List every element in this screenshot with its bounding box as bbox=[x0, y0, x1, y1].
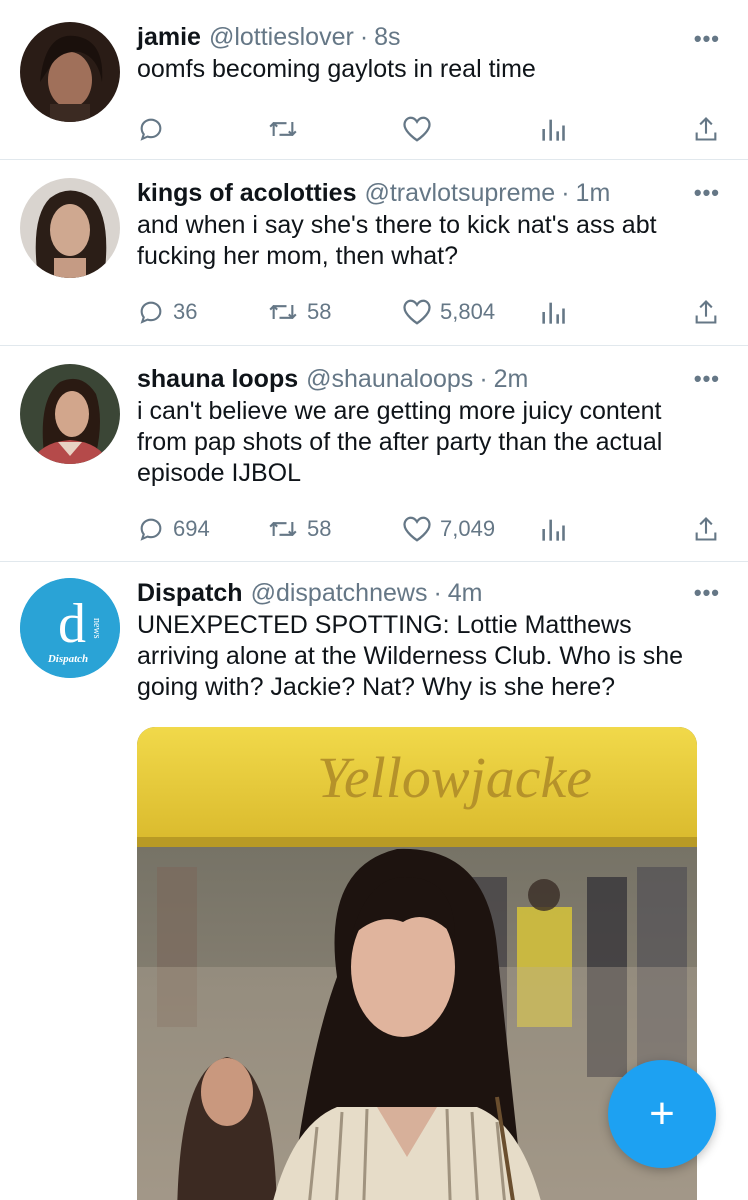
reply-count: 36 bbox=[173, 299, 198, 324]
like-button[interactable] bbox=[402, 115, 540, 143]
user-handle[interactable]: @shaunaloops bbox=[306, 364, 473, 394]
share-button[interactable] bbox=[692, 115, 720, 143]
share-icon bbox=[692, 298, 720, 326]
like-button[interactable]: 7,049 bbox=[402, 515, 540, 543]
separator-dot: · bbox=[359, 23, 369, 51]
plus-icon: + bbox=[649, 1089, 675, 1138]
share-icon bbox=[692, 515, 720, 543]
reply-icon bbox=[137, 298, 165, 326]
more-options-icon[interactable]: ••• bbox=[694, 26, 720, 52]
reply-button[interactable]: 694 bbox=[137, 515, 267, 543]
heart-icon bbox=[402, 298, 432, 326]
tweet-header: jamie @lottieslover · 8s bbox=[137, 22, 722, 52]
like-count: 7,049 bbox=[440, 516, 496, 541]
tweet-text: i can't believe we are getting more juic… bbox=[137, 397, 663, 487]
retweet-button[interactable]: 58 bbox=[267, 298, 402, 326]
compose-tweet-button[interactable]: + bbox=[608, 1060, 716, 1168]
more-options-icon[interactable]: ••• bbox=[694, 180, 720, 206]
tweet-header: shauna loops @shaunaloops · 2m bbox=[137, 364, 722, 394]
user-handle[interactable]: @travlotsupreme bbox=[364, 178, 555, 208]
tweet[interactable]: kings of acolotties @travlotsupreme · 1m… bbox=[0, 160, 748, 346]
tweet-header: kings of acolotties @travlotsupreme · 1m bbox=[137, 178, 722, 208]
retweet-button[interactable]: 58 bbox=[267, 515, 402, 543]
dispatch-logo-news: news bbox=[91, 618, 102, 639]
share-button[interactable] bbox=[692, 298, 720, 326]
retweet-icon bbox=[267, 515, 299, 543]
display-name[interactable]: kings of acolotties bbox=[137, 178, 356, 208]
action-bar: 694 58 7,049 bbox=[137, 491, 722, 567]
share-button[interactable] bbox=[692, 515, 720, 543]
reply-button[interactable] bbox=[137, 115, 267, 143]
heart-icon bbox=[402, 115, 432, 143]
reply-icon bbox=[137, 515, 165, 543]
analytics-button[interactable] bbox=[540, 515, 690, 543]
timestamp[interactable]: 2m bbox=[494, 364, 529, 394]
retweet-icon bbox=[267, 298, 299, 326]
awning-sign-text: Yellowjacke bbox=[317, 745, 592, 810]
tweet-text: and when i say she's there to kick nat's… bbox=[137, 211, 657, 270]
timeline-feed: jamie @lottieslover · 8s oomfs becoming … bbox=[0, 0, 748, 1200]
timestamp[interactable]: 4m bbox=[448, 578, 483, 608]
like-count: 5,804 bbox=[440, 299, 496, 324]
tweet-header: Dispatch @dispatchnews · 4m bbox=[137, 578, 722, 608]
avatar[interactable] bbox=[20, 364, 120, 464]
reply-count: 694 bbox=[173, 516, 210, 541]
display-name[interactable]: Dispatch bbox=[137, 578, 243, 608]
retweet-count: 58 bbox=[307, 299, 332, 324]
heart-icon bbox=[402, 515, 432, 543]
tweet-text: oomfs becoming gaylots in real time bbox=[137, 55, 536, 83]
separator-dot: · bbox=[561, 179, 570, 207]
separator-dot: · bbox=[433, 579, 442, 607]
more-options-icon[interactable]: ••• bbox=[694, 366, 720, 392]
retweet-button[interactable] bbox=[267, 115, 402, 143]
more-options-icon[interactable]: ••• bbox=[694, 580, 720, 606]
reply-button[interactable]: 36 bbox=[137, 298, 267, 326]
tweet[interactable]: jamie @lottieslover · 8s oomfs becoming … bbox=[0, 0, 748, 160]
like-button[interactable]: 5,804 bbox=[402, 298, 540, 326]
user-handle[interactable]: @dispatchnews bbox=[251, 578, 428, 608]
reply-icon bbox=[137, 115, 165, 143]
share-icon bbox=[692, 115, 720, 143]
analytics-button[interactable] bbox=[540, 115, 690, 143]
bar-chart-icon bbox=[540, 115, 566, 143]
timestamp[interactable]: 8s bbox=[374, 22, 400, 52]
display-name[interactable]: jamie bbox=[137, 22, 201, 52]
bar-chart-icon bbox=[540, 298, 566, 326]
dispatch-logo-brand: Dispatch bbox=[47, 653, 88, 665]
analytics-button[interactable] bbox=[540, 298, 690, 326]
dispatch-logo-letter: d bbox=[58, 593, 86, 655]
avatar[interactable]: d news Dispatch bbox=[20, 578, 120, 678]
display-name[interactable]: shauna loops bbox=[137, 364, 298, 394]
action-bar: 36 58 5,804 bbox=[137, 274, 722, 350]
user-handle[interactable]: @lottieslover bbox=[209, 22, 354, 52]
timestamp[interactable]: 1m bbox=[576, 178, 611, 208]
tweet-text: UNEXPECTED SPOTTING: Lottie Matthews arr… bbox=[137, 611, 684, 701]
avatar[interactable] bbox=[20, 178, 120, 278]
retweet-icon bbox=[267, 115, 299, 143]
action-bar bbox=[137, 91, 722, 167]
retweet-count: 58 bbox=[307, 516, 332, 541]
avatar[interactable] bbox=[20, 22, 120, 122]
bar-chart-icon bbox=[540, 515, 566, 543]
separator-dot: · bbox=[479, 365, 488, 393]
tweet[interactable]: shauna loops @shaunaloops · 2m i can't b… bbox=[0, 346, 748, 562]
